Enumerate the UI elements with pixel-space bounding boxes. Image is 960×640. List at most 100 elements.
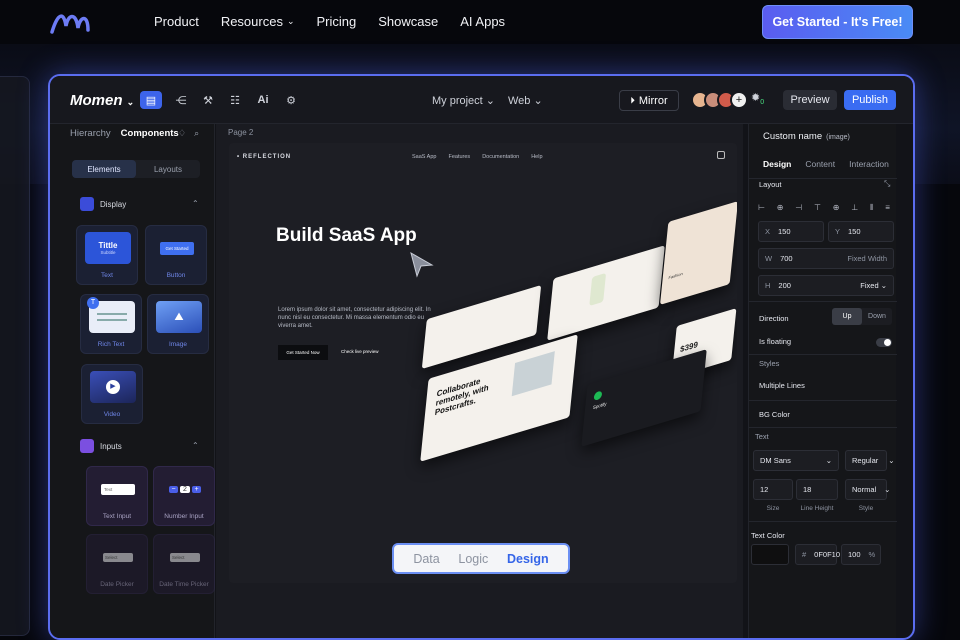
inputs-group-header[interactable]: Inputs xyxy=(80,439,122,453)
direction-up[interactable]: Up xyxy=(832,308,862,325)
chevron-up-icon[interactable]: ⌃ xyxy=(192,441,199,450)
page-preview[interactable]: • REFLECTION SaaS App Features Documenta… xyxy=(229,143,737,583)
component-tool-icon[interactable]: ☷ xyxy=(224,91,246,109)
date-time-picker-component-tile[interactable]: Select Date Time Picker xyxy=(153,534,215,594)
preview-button[interactable]: Preview xyxy=(783,90,837,110)
search-icon[interactable]: ⌕ xyxy=(194,128,199,139)
width-field[interactable]: W 700 Fixed Width xyxy=(758,248,894,269)
pages-tool-icon[interactable]: ▤ xyxy=(140,91,162,109)
preview-nav-item[interactable]: Features xyxy=(448,154,470,160)
align-right-icon[interactable]: ⊣ xyxy=(795,203,802,213)
align-middle-icon[interactable]: ⊕ xyxy=(833,203,840,213)
text-component-tile[interactable]: Tittle Subtitle Text xyxy=(76,225,138,285)
align-left-icon[interactable]: ⊢ xyxy=(758,203,765,213)
ai-tool-icon[interactable]: Ai xyxy=(252,91,274,109)
opacity-value: 100 xyxy=(848,550,861,559)
h-value: 200 xyxy=(778,281,791,290)
bug-icon[interactable]: ✹0 xyxy=(751,91,764,106)
element-name[interactable]: Custom name xyxy=(763,131,822,142)
lightbulb-icon[interactable]: ♢ xyxy=(178,128,186,139)
publish-button[interactable]: Publish xyxy=(844,90,896,110)
nav-ai-apps[interactable]: AI Apps xyxy=(460,14,505,29)
text-line xyxy=(97,313,127,315)
chevron-up-icon[interactable]: ⌃ xyxy=(192,199,199,208)
preview-nav-item[interactable]: SaaS App xyxy=(412,154,436,160)
floating-switch[interactable] xyxy=(876,338,892,347)
font-style-select[interactable]: Normal ⌄ xyxy=(845,479,890,500)
text-input-component-tile[interactable]: Text Text Input xyxy=(86,466,148,526)
cart-icon[interactable] xyxy=(717,151,725,159)
tile-label: Video xyxy=(103,411,121,418)
stepper-value: 2 xyxy=(180,485,190,493)
button-component-tile[interactable]: Get Started Button xyxy=(145,225,207,285)
font-size-field[interactable]: 12 xyxy=(753,479,793,500)
chevron-down-icon: ⌄ xyxy=(888,456,895,465)
display-group-header[interactable]: Display xyxy=(80,197,126,211)
distribute-h-icon[interactable]: ⫴ xyxy=(870,203,873,213)
align-top-icon[interactable]: ⊤ xyxy=(814,203,821,213)
page-label: Page 2 xyxy=(228,128,254,137)
platform-selector[interactable]: Web ⌄ xyxy=(508,94,543,107)
mirror-button[interactable]: ⏵ Mirror xyxy=(619,90,679,111)
nav-product[interactable]: Product xyxy=(154,14,199,29)
direction-down[interactable]: Down xyxy=(862,308,892,325)
tab-design-mode[interactable]: Design xyxy=(507,552,549,566)
add-collaborator-icon[interactable]: + xyxy=(730,91,748,109)
segment-elements[interactable]: Elements xyxy=(72,160,136,178)
bg-color-label[interactable]: BG Color xyxy=(759,410,790,419)
share-nodes-icon[interactable]: ⋲ xyxy=(170,91,192,109)
preview-nav-item[interactable]: Help xyxy=(531,154,542,160)
rich-text-component-tile[interactable]: T Rich Text xyxy=(80,294,142,354)
image-component-tile[interactable]: ⛰ Image xyxy=(147,294,209,354)
line-height-value: 18 xyxy=(803,485,812,494)
get-started-button[interactable]: Get Started - It's Free! xyxy=(762,5,913,39)
momen-logo-icon[interactable] xyxy=(48,8,92,36)
number-input-component-tile[interactable]: − 2 + Number Input xyxy=(153,466,215,526)
font-family-select[interactable]: DM Sans ⌄ xyxy=(753,450,839,471)
align-bottom-icon[interactable]: ⊥ xyxy=(851,203,858,213)
nav-pricing[interactable]: Pricing xyxy=(317,14,357,29)
tab-design[interactable]: Design xyxy=(763,159,791,169)
direction-toggle: Up Down xyxy=(832,308,892,325)
weight-value: Regular xyxy=(852,456,879,465)
site-header: Product Resources ⌄ Pricing Showcase AI A… xyxy=(0,0,960,44)
align-center-h-icon[interactable]: ⊕ xyxy=(777,203,784,213)
magic-wand-icon[interactable]: ⚒ xyxy=(197,91,219,109)
x-field[interactable]: X 150 xyxy=(758,221,824,242)
opacity-field[interactable]: 100% xyxy=(841,544,881,565)
components-panel: Hierarchy Components ♢ ⌕ Elements Layout… xyxy=(50,124,215,638)
tab-data[interactable]: Data xyxy=(413,552,439,566)
editor-logo[interactable]: Momen ⌄ xyxy=(70,92,134,109)
nav-resources[interactable]: Resources ⌄ xyxy=(221,14,295,29)
tab-content[interactable]: Content xyxy=(805,159,835,169)
h-mode-select[interactable]: Fixed ⌄ xyxy=(860,281,887,290)
tab-interaction[interactable]: Interaction xyxy=(849,159,889,169)
project-selector[interactable]: My project ⌄ xyxy=(432,94,495,107)
height-field[interactable]: H 200 Fixed ⌄ xyxy=(758,275,894,296)
tile-label: Text Input xyxy=(102,513,132,520)
tab-logic[interactable]: Logic xyxy=(458,552,488,566)
tab-components[interactable]: Components xyxy=(121,128,179,139)
preview-nav-item[interactable]: Documentation xyxy=(482,154,519,160)
editor-logo-text: Momen xyxy=(70,92,123,109)
font-weight-select[interactable]: Regular ⌄ xyxy=(845,450,895,471)
line-height-field[interactable]: 18 xyxy=(796,479,838,500)
distribute-v-icon[interactable]: ≡ xyxy=(885,203,890,213)
video-component-tile[interactable]: ▶ Video xyxy=(81,364,143,424)
preview-get-started-button[interactable]: Get Started Now xyxy=(278,345,328,360)
multiple-lines-label[interactable]: Multiple Lines xyxy=(759,381,805,390)
text-preview-title: Tittle xyxy=(98,241,118,250)
y-field[interactable]: Y 150 xyxy=(828,221,894,242)
preview-live-link[interactable]: Check live preview xyxy=(341,349,379,354)
collapse-icon[interactable]: ⤡ xyxy=(884,179,890,189)
gear-icon[interactable]: ⚙ xyxy=(280,91,302,109)
collaborator-avatars[interactable]: + xyxy=(691,91,748,109)
nav-showcase[interactable]: Showcase xyxy=(378,14,438,29)
color-swatch[interactable] xyxy=(751,544,789,565)
tab-hierarchy[interactable]: Hierarchy xyxy=(70,128,111,139)
date-time-picker-preview-field: Select xyxy=(170,552,200,562)
date-picker-component-tile[interactable]: Select Date Picker xyxy=(86,534,148,594)
segment-layouts[interactable]: Layouts xyxy=(136,160,200,178)
color-hex-field[interactable]: #0F0F10 xyxy=(795,544,840,565)
badge-count: 0 xyxy=(760,99,765,107)
